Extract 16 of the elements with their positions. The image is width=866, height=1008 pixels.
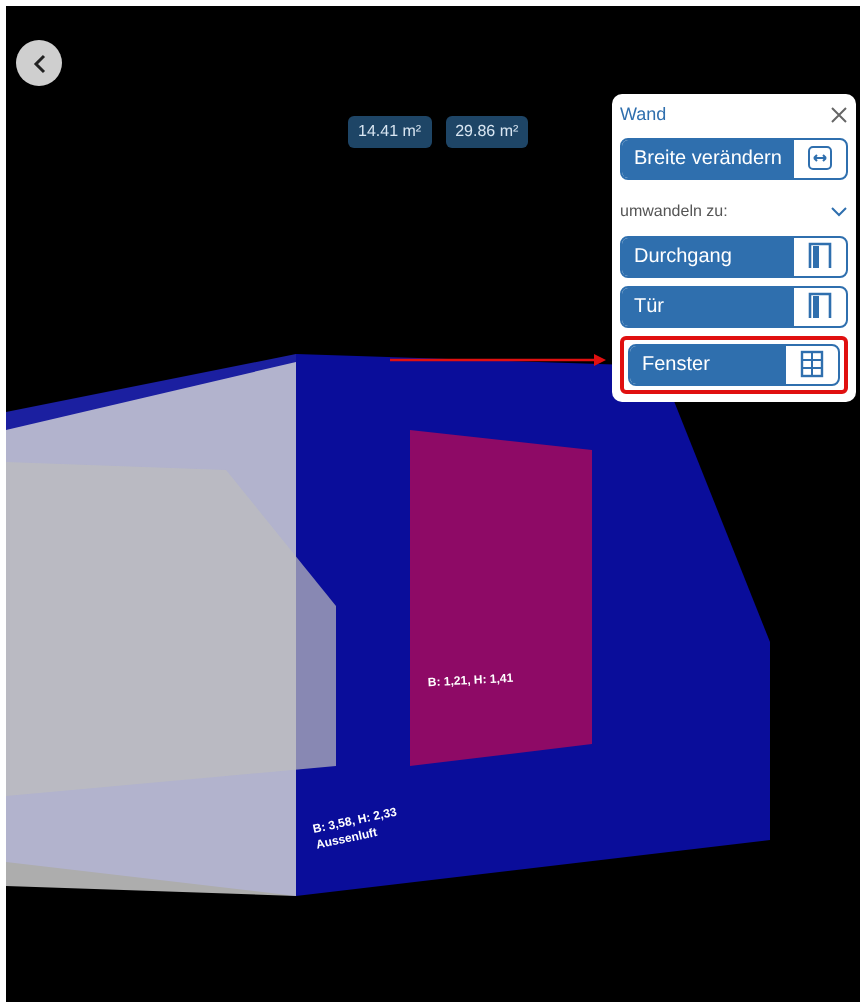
window-icon [800, 350, 824, 378]
close-icon[interactable] [830, 106, 848, 125]
option-button[interactable]: Fenster [628, 343, 840, 385]
chevron-left-icon [31, 53, 47, 73]
option-button[interactable]: Breite verändern [620, 137, 848, 179]
option-button[interactable]: Durchgang [620, 235, 848, 277]
width-arrows-icon [808, 146, 832, 170]
area-badge: 14.41 m² [348, 116, 432, 148]
panel-title: Wand [620, 102, 667, 128]
area-badge: 29.86 m² [445, 116, 529, 148]
door-icon [808, 242, 832, 270]
option-button[interactable]: Tür [620, 285, 848, 327]
chevron-down-icon[interactable] [830, 202, 848, 220]
back-button[interactable] [16, 40, 62, 86]
door-icon [808, 292, 832, 320]
section-label: umwandeln zu: [620, 199, 728, 223]
